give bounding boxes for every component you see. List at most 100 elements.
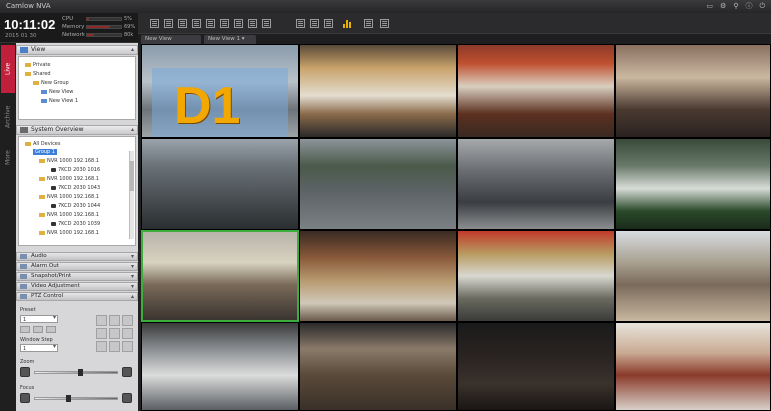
- camera-tile-staircase[interactable]: [299, 322, 457, 411]
- expand-icon[interactable]: ▾: [131, 253, 134, 260]
- camera-tile-building-exterior[interactable]: [615, 138, 771, 230]
- tab-archive[interactable]: Archive: [1, 97, 15, 137]
- video-feed: [616, 45, 770, 137]
- section-ptz-control[interactable]: PTZ Control ▴: [16, 292, 138, 301]
- focus-near-icon[interactable]: [20, 393, 30, 403]
- preset-select[interactable]: 1: [20, 314, 58, 323]
- camera-tile-parking-lot-1[interactable]: [141, 138, 299, 230]
- video-feed: [300, 323, 456, 410]
- channel-overlay-label: D1: [174, 77, 241, 135]
- tree-item-new-view-1[interactable]: New View 1: [41, 98, 78, 104]
- layout-1plus12-icon[interactable]: [262, 19, 271, 28]
- ptz-down-button[interactable]: [109, 341, 120, 352]
- minimize-icon[interactable]: ▭: [706, 2, 713, 11]
- zoom-in-icon[interactable]: [122, 367, 132, 377]
- tree-item-camera[interactable]: 7KCD 2030 1044: [51, 203, 100, 209]
- layout-3x3-icon[interactable]: [178, 19, 187, 28]
- camera-tile-cashier-counter[interactable]: [457, 44, 615, 138]
- layout-1plus5-icon[interactable]: [234, 19, 243, 28]
- tree-item-nvr[interactable]: NVR 1000 192.168.1: [39, 176, 99, 182]
- focus-far-icon[interactable]: [122, 393, 132, 403]
- pin-icon[interactable]: ⚲: [733, 2, 738, 11]
- collapse-icon[interactable]: ▴: [131, 293, 134, 300]
- window-step-select[interactable]: 1: [20, 343, 58, 352]
- ptz-up-button[interactable]: [109, 315, 120, 326]
- snapshot-icon[interactable]: [324, 19, 333, 28]
- system-overview-header[interactable]: System Overview ▴: [16, 125, 138, 135]
- video-feed: [458, 231, 614, 321]
- tree-item-group-1[interactable]: Group 1: [33, 149, 57, 155]
- ptz-down-left-button[interactable]: [96, 341, 107, 352]
- ptz-up-right-button[interactable]: [122, 315, 133, 326]
- layout-2x2-icon[interactable]: [164, 19, 173, 28]
- camera-tile-jewelry-counter[interactable]: [141, 230, 299, 322]
- focus-slider-thumb[interactable]: [65, 395, 71, 402]
- camera-tile-store-entrance[interactable]: D1: [141, 44, 299, 138]
- section-alarm-out[interactable]: Alarm Out ▾: [16, 262, 138, 271]
- bar-chart-icon[interactable]: [343, 20, 351, 28]
- collapse-icon[interactable]: ▴: [131, 126, 134, 134]
- expand-icon[interactable]: ▾: [131, 263, 134, 270]
- tree-item-nvr[interactable]: NVR 1000 192.168.1: [39, 212, 99, 218]
- camera-tile-checkout-register[interactable]: [615, 44, 771, 138]
- flag-icon[interactable]: [380, 19, 389, 28]
- expand-icon[interactable]: ▾: [131, 283, 134, 290]
- layout-5x5-icon[interactable]: [206, 19, 215, 28]
- gear-icon[interactable]: ⚙: [720, 2, 726, 11]
- ptz-up-left-button[interactable]: [96, 315, 107, 326]
- preset-set-button[interactable]: [33, 326, 43, 333]
- zoom-slider[interactable]: [34, 369, 118, 376]
- camera-tile-parking-lot-3[interactable]: [457, 138, 615, 230]
- camera-tile-convenience-store-checkout[interactable]: [457, 230, 615, 322]
- tree-item-nvr[interactable]: NVR 1000 192.168.1: [39, 158, 99, 164]
- power-icon[interactable]: ⏻: [759, 2, 765, 11]
- tree-item-new-group[interactable]: New Group: [33, 80, 69, 86]
- swap-icon[interactable]: [364, 19, 373, 28]
- view-panel-header[interactable]: View ▴: [16, 45, 138, 55]
- preset-go-button[interactable]: [20, 326, 30, 333]
- tree-item-all-devices[interactable]: All Devices: [25, 141, 61, 147]
- info-icon[interactable]: ⓘ: [745, 2, 752, 11]
- fullscreen-icon[interactable]: [310, 19, 319, 28]
- tree-item-new-view[interactable]: New View: [41, 89, 73, 95]
- device-tree-scrollbar[interactable]: [129, 151, 134, 239]
- zoom-slider-thumb[interactable]: [78, 369, 84, 376]
- camera-icon: [51, 221, 56, 226]
- zoom-out-icon[interactable]: [20, 367, 30, 377]
- section-audio[interactable]: Audio ▾: [16, 252, 138, 261]
- camera-tile-mall-atrium[interactable]: [615, 230, 771, 322]
- layout-1x1-icon[interactable]: [150, 19, 159, 28]
- section-video-adjustment[interactable]: Video Adjustment ▾: [16, 282, 138, 291]
- ptz-home-button[interactable]: [109, 328, 120, 339]
- tab-more[interactable]: More: [1, 143, 15, 173]
- tree-item-nvr[interactable]: NVR 1000 192.168.1: [39, 194, 99, 200]
- sequence-icon[interactable]: [296, 19, 305, 28]
- layout-4x4-icon[interactable]: [192, 19, 201, 28]
- expand-icon[interactable]: ▾: [131, 273, 134, 280]
- camera-tile-parking-lot-2[interactable]: [299, 138, 457, 230]
- tree-item-nvr[interactable]: NVR 1000 192.168.1: [39, 230, 99, 236]
- camera-tile-deli-counter[interactable]: [299, 44, 457, 138]
- ptz-right-button[interactable]: [122, 328, 133, 339]
- tab-new-view-1[interactable]: New View 1 ▾: [204, 35, 256, 44]
- camera-tile-lobby-seating[interactable]: [141, 322, 299, 411]
- tab-new-view[interactable]: New View: [141, 35, 201, 44]
- collapse-icon[interactable]: ▴: [131, 46, 134, 54]
- tree-item-camera[interactable]: 7KCD 2030 1043: [51, 185, 100, 191]
- layout-6x6-icon[interactable]: [220, 19, 229, 28]
- camera-tile-store-aisles[interactable]: [299, 230, 457, 322]
- camera-tile-dark-entrance[interactable]: [457, 322, 615, 411]
- tab-live[interactable]: Live: [1, 45, 15, 93]
- camera-tile-hallway-lockers[interactable]: [615, 322, 771, 411]
- preset-delete-button[interactable]: [46, 326, 56, 333]
- ptz-down-right-button[interactable]: [122, 341, 133, 352]
- tree-item-private[interactable]: Private: [25, 62, 50, 68]
- tree-item-camera[interactable]: 7KCD 2030 1039: [51, 221, 100, 227]
- layout-1plus7-icon[interactable]: [248, 19, 257, 28]
- scrollbar-thumb[interactable]: [130, 161, 134, 191]
- section-snapshot-print[interactable]: Snapshot/Print ▾: [16, 272, 138, 281]
- tree-item-shared[interactable]: Shared: [25, 71, 51, 77]
- tree-item-camera[interactable]: 7KCD 2030 1016: [51, 167, 100, 173]
- focus-slider[interactable]: [34, 395, 118, 402]
- ptz-left-button[interactable]: [96, 328, 107, 339]
